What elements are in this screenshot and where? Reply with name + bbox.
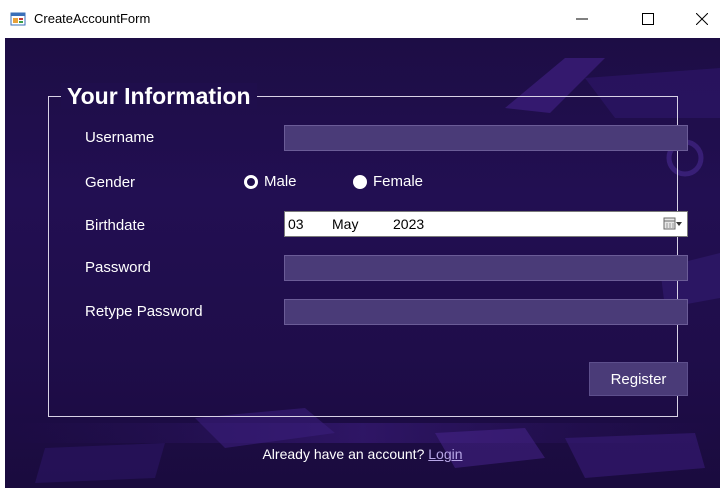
radio-checked-icon bbox=[244, 174, 258, 189]
form-client-area: Your Information Username Gender Male Fe… bbox=[5, 38, 720, 488]
app-form-icon bbox=[10, 12, 26, 26]
register-button[interactable]: Register bbox=[589, 362, 688, 396]
retype-password-input[interactable] bbox=[284, 299, 688, 325]
maximize-icon bbox=[642, 13, 654, 25]
gender-male-radio[interactable]: Male bbox=[244, 173, 297, 190]
password-label: Password bbox=[85, 259, 151, 276]
birthdate-year[interactable]: 2023 bbox=[393, 216, 424, 232]
login-footer: Already have an account? Login bbox=[5, 446, 720, 462]
birthdate-picker[interactable]: 03 May 2023 bbox=[284, 211, 688, 237]
login-link[interactable]: Login bbox=[428, 446, 462, 462]
birthdate-label: Birthdate bbox=[85, 217, 146, 234]
minimize-button[interactable] bbox=[560, 0, 604, 38]
close-button[interactable] bbox=[680, 0, 720, 38]
gender-female-label: Female bbox=[373, 173, 424, 190]
calendar-dropdown-icon[interactable] bbox=[663, 216, 683, 232]
footer-prompt: Already have an account? bbox=[262, 446, 425, 462]
window-title: CreateAccountForm bbox=[34, 11, 151, 26]
password-input[interactable] bbox=[284, 255, 688, 281]
radio-unchecked-icon bbox=[353, 174, 367, 189]
birthdate-day[interactable]: 03 bbox=[288, 216, 304, 232]
username-label: Username bbox=[85, 129, 155, 146]
gender-label: Gender bbox=[85, 174, 136, 191]
birthdate-month[interactable]: May bbox=[332, 216, 358, 232]
maximize-button[interactable] bbox=[626, 0, 670, 38]
group-title: Your Information bbox=[61, 83, 257, 109]
close-icon bbox=[696, 13, 708, 25]
username-input[interactable] bbox=[284, 125, 688, 151]
minimize-icon bbox=[576, 18, 588, 20]
gender-male-label: Male bbox=[264, 173, 297, 190]
information-groupbox: Your Information Username Gender Male Fe… bbox=[48, 83, 688, 417]
retype-password-label: Retype Password bbox=[85, 303, 203, 320]
window-titlebar: CreateAccountForm bbox=[0, 0, 720, 38]
gender-female-radio[interactable]: Female bbox=[353, 173, 423, 190]
